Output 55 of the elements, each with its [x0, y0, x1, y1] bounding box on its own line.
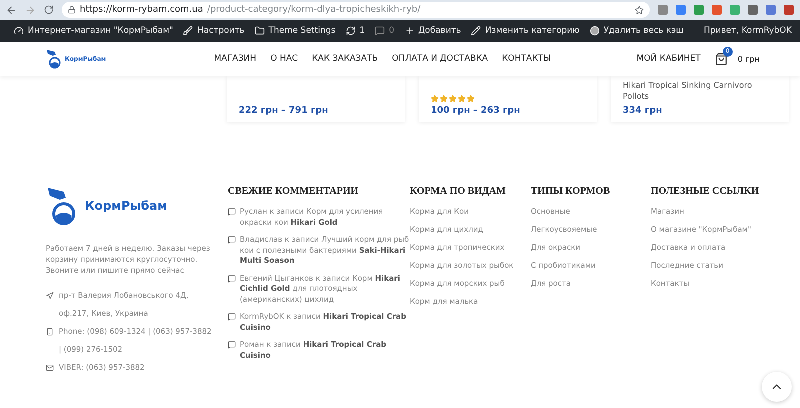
- mail-icon: [46, 364, 54, 372]
- cart-icon[interactable]: [714, 52, 728, 66]
- refresh-icon: [346, 26, 356, 36]
- admin-bar-item[interactable]: 1: [346, 26, 366, 36]
- circle-icon: [590, 26, 600, 36]
- phone-icon: [46, 328, 54, 336]
- reload-icon[interactable]: [44, 5, 54, 15]
- nav-link[interactable]: МАГАЗИН: [214, 54, 257, 64]
- admin-bar-item[interactable]: Theme Settings: [254, 26, 336, 36]
- nav-link[interactable]: КОНТАКТЫ: [502, 54, 551, 64]
- product-price: 222 грн – 791 грн: [239, 106, 330, 116]
- folder-icon: [254, 26, 265, 36]
- nav-link[interactable]: ОПЛАТА И ДОСТАВКА: [392, 54, 488, 64]
- comment-icon: [228, 236, 236, 244]
- brush-icon: [183, 26, 194, 36]
- comment-icon: [228, 208, 236, 216]
- bookmark-icon[interactable]: [635, 6, 644, 14]
- product-price: 100 грн – 263 грн: [431, 106, 522, 116]
- location-icon: [46, 292, 54, 300]
- column-heading: КОРМА ПО ВИДАМ: [410, 186, 507, 197]
- logo-text: КормРыбам: [85, 199, 168, 213]
- account-link[interactable]: МОЙ КАБИНЕТ: [636, 54, 701, 64]
- admin-bar-item[interactable]: Удалить весь кэш: [590, 26, 684, 36]
- url-host: https://korm-rybam.com.ua: [80, 5, 204, 15]
- admin-bar-item[interactable]: 0: [375, 26, 395, 36]
- logo[interactable]: КормРыбам: [46, 186, 228, 226]
- plus-icon: [404, 26, 415, 36]
- product-card[interactable]: 100 грн – 263 грн: [419, 76, 597, 122]
- forward-icon[interactable]: [25, 4, 36, 16]
- admin-bar-item[interactable]: Интернет-магазин "КормРыбам": [14, 26, 174, 36]
- url-path: /product-category/korm-dlya-tropicheskikh-ryb/: [207, 5, 421, 15]
- back-icon[interactable]: [6, 4, 17, 16]
- cart-total: 0 грн: [738, 54, 760, 64]
- column-heading: ПОЛЕЗНЫЕ ССЫЛКИ: [651, 186, 760, 197]
- column-heading: СВЕЖИЕ КОММЕНТАРИИ: [228, 186, 360, 197]
- product-title[interactable]: Hikari Tropical Sinking Carnivoro Pollots: [623, 81, 777, 103]
- pencil-icon: [471, 26, 482, 36]
- scroll-top-button[interactable]: [762, 372, 792, 402]
- nav-link[interactable]: КАК ЗАКАЗАТЬ: [312, 54, 378, 64]
- comment-icon: [228, 274, 236, 282]
- nav-link[interactable]: О НАС: [270, 54, 298, 64]
- product-card[interactable]: Hikari Tropical Sinking Carnivoro Pollots 334 грн: [611, 76, 789, 122]
- greeting[interactable]: Привет, KormRybOK: [704, 26, 792, 36]
- lock-icon: [68, 6, 76, 14]
- column-heading: ТИПЫ КОРМОВ: [531, 186, 612, 197]
- comment-icon: [228, 341, 236, 349]
- admin-bar-item[interactable]: Добавить: [404, 26, 462, 36]
- comment-icon: [375, 26, 386, 36]
- comment-icon: [228, 313, 236, 321]
- product-card[interactable]: 222 грн – 791 грн: [227, 76, 405, 122]
- admin-bar-item[interactable]: Настроить: [183, 26, 245, 36]
- address-bar[interactable]: https://korm-rybam.com.ua /product-category/korm-dlya-tropicheskikh-ryb/: [62, 2, 650, 18]
- product-price: 334 грн: [623, 106, 664, 116]
- admin-bar-item[interactable]: Изменить категорию: [471, 26, 580, 36]
- dashboard-icon: [14, 26, 24, 36]
